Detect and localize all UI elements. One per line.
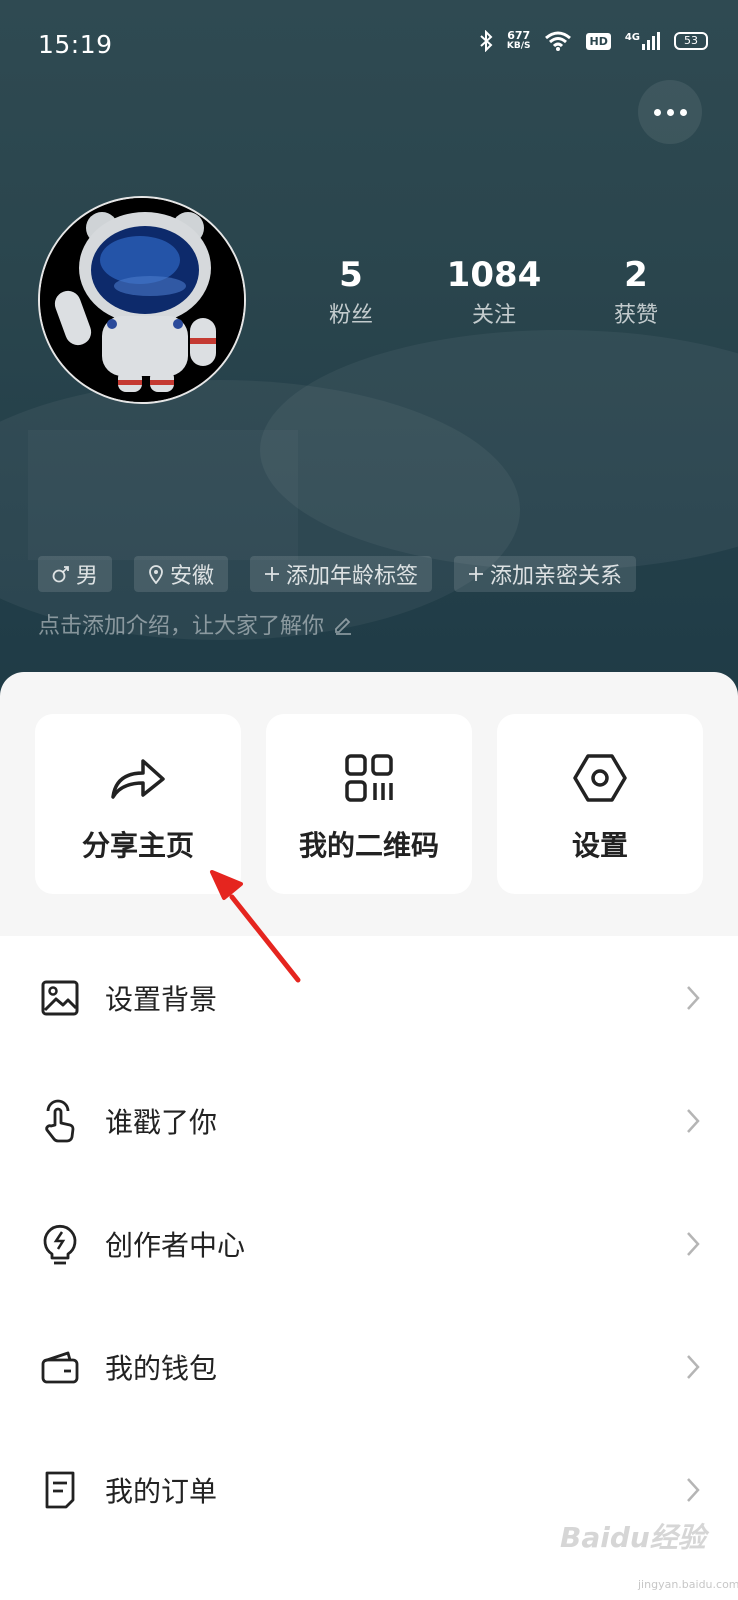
avatar[interactable] — [38, 196, 246, 404]
intro-prompt[interactable]: 点击添加介绍，让大家了解你 — [38, 608, 354, 640]
action-label: 分享主页 — [81, 829, 194, 862]
qr-code-icon — [345, 754, 393, 802]
stat-value: 2 — [624, 255, 648, 295]
bluetooth-icon — [480, 30, 493, 52]
menu-item-who-poked-you[interactable]: 谁戳了你 — [0, 1059, 738, 1182]
plus-icon — [265, 567, 280, 581]
chevron-right-icon — [687, 1477, 700, 1502]
share-profile-button[interactable]: 分享主页 — [35, 714, 241, 894]
stat-likes[interactable]: 2 获赞 — [566, 255, 706, 329]
menu-label: 创作者中心 — [105, 1228, 246, 1262]
tap-hand-icon — [45, 1099, 75, 1142]
menu-label: 我的钱包 — [105, 1351, 218, 1385]
chevron-right-icon — [687, 985, 700, 1010]
stat-value: 1084 — [446, 255, 542, 295]
tag-label: 添加年龄标签 — [286, 564, 419, 589]
my-qr-code-button[interactable]: 我的二维码 — [266, 714, 472, 894]
profile-header: 15:19 677 KB/S HD 4G 53 5 粉丝 1084 关注 2 获… — [0, 0, 738, 700]
tag-gender[interactable]: 男 — [38, 556, 113, 592]
baidu-watermark-domain: jingyan.baidu.com — [638, 1578, 738, 1591]
chevron-right-icon — [687, 1108, 700, 1133]
tag-label: 安徽 — [170, 564, 215, 589]
settings-button[interactable]: 设置 — [497, 714, 703, 894]
dot — [653, 108, 661, 116]
stat-label: 粉丝 — [328, 303, 373, 328]
wallet-icon — [41, 1351, 79, 1383]
menu-item-my-wallet[interactable]: 我的钱包 — [0, 1305, 738, 1428]
stat-value: 5 — [339, 255, 363, 295]
status-bar: 15:19 677 KB/S HD 4G 53 — [0, 0, 738, 90]
astronaut-avatar-image — [40, 198, 244, 402]
chevron-right-icon — [687, 1231, 700, 1256]
action-label: 我的二维码 — [298, 829, 439, 862]
action-label: 设置 — [571, 829, 628, 862]
menu-item-creator-center[interactable]: 创作者中心 — [0, 1182, 738, 1305]
network-type: 4G — [624, 32, 640, 43]
male-icon — [52, 566, 69, 583]
more-options-button[interactable] — [638, 80, 702, 144]
quick-actions-panel: 分享主页 我的二维码 设置 — [0, 672, 738, 936]
intro-text: 点击添加介绍，让大家了解你 — [38, 614, 325, 639]
signal-icon: 4G — [625, 32, 660, 50]
menu-label: 设置背景 — [105, 982, 218, 1016]
menu-label: 我的订单 — [105, 1474, 218, 1508]
hd-badge: HD — [586, 32, 611, 50]
order-icon — [45, 1471, 75, 1508]
stat-following[interactable]: 1084 关注 — [424, 255, 564, 329]
wifi-icon — [545, 31, 572, 51]
tag-label: 男 — [76, 564, 99, 589]
stat-label: 关注 — [471, 303, 516, 328]
dot — [679, 108, 687, 116]
menu-list: 设置背景 谁戳了你 创作者中心 我的钱包 我的订单 — [0, 936, 738, 1551]
location-icon — [149, 565, 163, 584]
chevron-right-icon — [687, 1354, 700, 1379]
baidu-watermark: Baidu经验 — [560, 1521, 706, 1554]
stat-followers[interactable]: 5 粉丝 — [281, 255, 421, 329]
stat-label: 获赞 — [613, 303, 658, 328]
blurred-username-area — [28, 430, 298, 560]
tag-location[interactable]: 安徽 — [134, 556, 229, 592]
settings-hexagon-icon — [573, 754, 627, 802]
share-icon — [111, 759, 165, 799]
net-speed: 677 KB/S — [507, 30, 531, 52]
tag-add-relationship[interactable]: 添加亲密关系 — [454, 556, 637, 592]
tag-add-age[interactable]: 添加年龄标签 — [250, 556, 433, 592]
tag-label: 添加亲密关系 — [490, 564, 623, 589]
status-time: 15:19 — [38, 30, 113, 59]
lightbulb-icon — [43, 1224, 77, 1264]
plus-icon — [469, 567, 484, 581]
battery-indicator: 53 — [674, 32, 708, 50]
net-speed-unit: KB/S — [506, 41, 531, 51]
profile-tags: 男 安徽 添加年龄标签 添加亲密关系 — [38, 556, 637, 592]
dot — [666, 108, 674, 116]
edit-pencil-icon — [335, 617, 352, 635]
menu-label: 谁戳了你 — [105, 1105, 218, 1139]
net-speed-value: 677 — [507, 29, 531, 42]
image-icon — [41, 980, 79, 1015]
menu-item-set-background[interactable]: 设置背景 — [0, 936, 738, 1059]
